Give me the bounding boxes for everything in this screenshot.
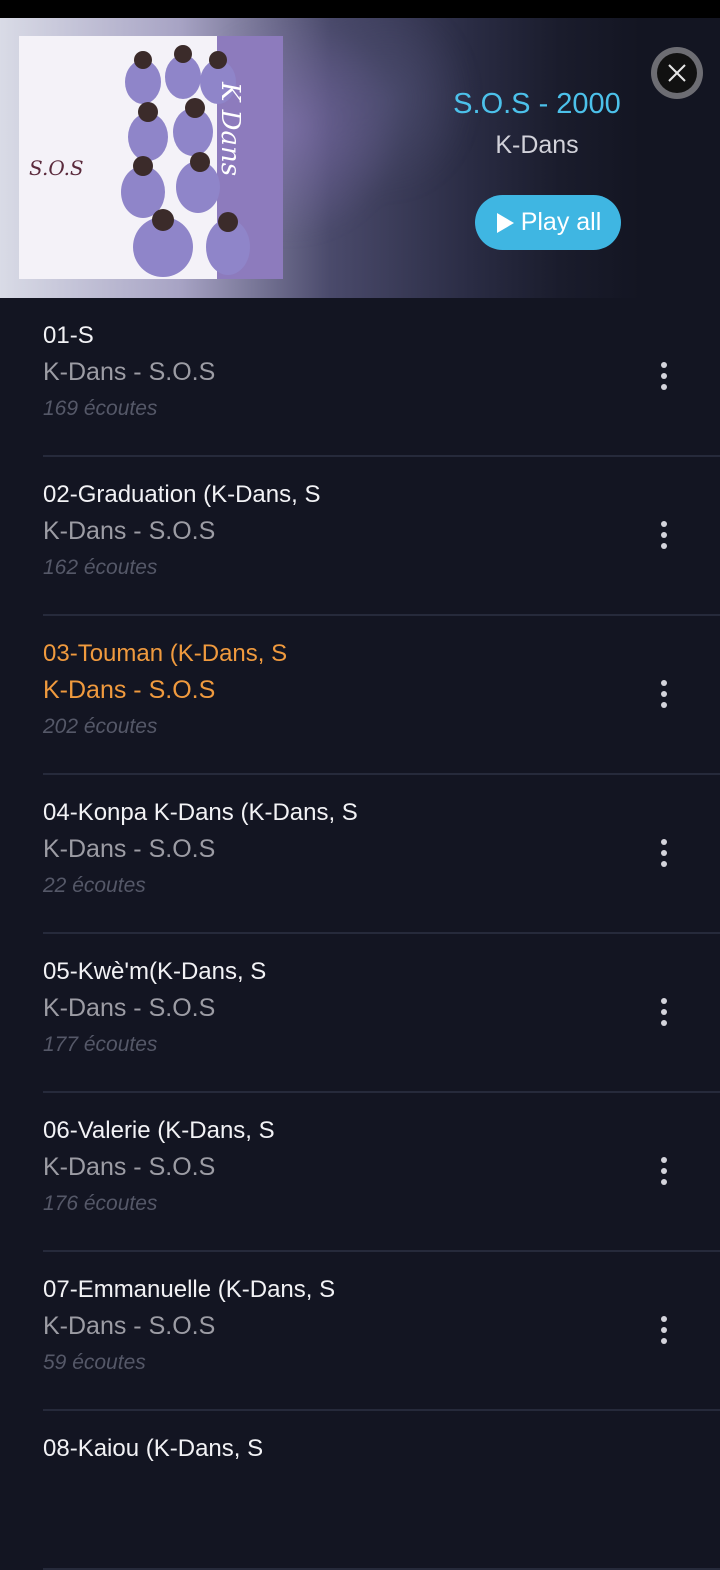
track-subtitle: K-Dans - S.O.S <box>43 835 216 863</box>
track-list: 01-S K-Dans - S.O.S 169 écoutes 02-Gradu… <box>0 298 720 1570</box>
track-title: 08-Kaiou (K-Dans, S <box>43 1435 264 1462</box>
more-vert-icon <box>661 691 667 697</box>
play-icon <box>496 212 514 233</box>
track-play-count: 177 écoutes <box>43 1033 158 1056</box>
more-vert-icon <box>661 998 667 1004</box>
album-artist: K-Dans <box>495 131 579 159</box>
track-menu-button[interactable] <box>649 1310 679 1350</box>
track-subtitle: K-Dans - S.O.S <box>43 358 216 386</box>
track-title: 02-Graduation (K-Dans, S <box>43 481 321 508</box>
more-vert-icon <box>661 702 667 708</box>
status-bar <box>0 0 720 18</box>
track-row[interactable]: 08-Kaiou (K-Dans, S <box>43 1411 720 1570</box>
play-all-label: Play all <box>520 208 602 236</box>
track-play-count: 162 écoutes <box>43 556 158 579</box>
more-vert-icon <box>661 1020 667 1026</box>
track-menu-button[interactable] <box>649 674 679 714</box>
track-row-active[interactable]: 03-Touman (K-Dans, S K-Dans - S.O.S 202 … <box>43 616 720 775</box>
track-subtitle: K-Dans - S.O.S <box>43 517 216 545</box>
track-row[interactable]: 01-S K-Dans - S.O.S 169 écoutes <box>43 298 720 457</box>
album-art-left-text: S.O.S <box>29 156 84 180</box>
track-row[interactable]: 04-Konpa K-Dans (K-Dans, S K-Dans - S.O.… <box>43 775 720 934</box>
track-row[interactable]: 02-Graduation (K-Dans, S K-Dans - S.O.S … <box>43 457 720 616</box>
album-art-side-text: K Dans <box>214 81 245 177</box>
track-subtitle: K-Dans - S.O.S <box>43 676 216 704</box>
track-subtitle: K-Dans - S.O.S <box>43 1312 216 1340</box>
album-title: S.O.S - 2000 <box>453 88 621 120</box>
more-vert-icon <box>661 543 667 549</box>
more-vert-icon <box>661 373 667 379</box>
track-title: 06-Valerie (K-Dans, S <box>43 1117 275 1144</box>
track-row[interactable]: 06-Valerie (K-Dans, S K-Dans - S.O.S 176… <box>43 1093 720 1252</box>
track-row[interactable]: 05-Kwè'm(K-Dans, S K-Dans - S.O.S 177 éc… <box>43 934 720 1093</box>
more-vert-icon <box>661 1009 667 1015</box>
track-subtitle: K-Dans - S.O.S <box>43 1153 216 1181</box>
more-vert-icon <box>661 384 667 390</box>
play-all-button[interactable]: Play all <box>475 195 621 250</box>
more-vert-icon <box>661 1157 667 1163</box>
track-play-count: 202 écoutes <box>43 715 158 738</box>
more-vert-icon <box>661 1316 667 1322</box>
track-play-count: 176 écoutes <box>43 1192 158 1215</box>
more-vert-icon <box>661 532 667 538</box>
more-vert-icon <box>661 850 667 856</box>
track-subtitle: K-Dans - S.O.S <box>43 994 216 1022</box>
more-vert-icon <box>661 521 667 527</box>
track-menu-button[interactable] <box>649 356 679 396</box>
album-art: K Dans S.O.S <box>19 36 283 279</box>
track-title: 04-Konpa K-Dans (K-Dans, S <box>43 799 358 826</box>
track-play-count: 169 écoutes <box>43 397 158 420</box>
more-vert-icon <box>661 680 667 686</box>
more-vert-icon <box>661 861 667 867</box>
more-vert-icon <box>661 1179 667 1185</box>
more-vert-icon <box>661 1327 667 1333</box>
close-icon <box>657 53 697 93</box>
more-vert-icon <box>661 1338 667 1344</box>
album-header: K Dans S.O.S S.O.S - 2000 K-Dans Play al… <box>0 18 720 298</box>
more-vert-icon <box>661 839 667 845</box>
track-title: 01-S <box>43 322 94 349</box>
track-play-count: 59 écoutes <box>43 1351 146 1374</box>
track-title: 07-Emmanuelle (K-Dans, S <box>43 1276 336 1303</box>
more-vert-icon <box>661 1168 667 1174</box>
track-menu-button[interactable] <box>649 1151 679 1191</box>
more-vert-icon <box>661 362 667 368</box>
track-menu-button[interactable] <box>649 833 679 873</box>
track-menu-button[interactable] <box>649 515 679 555</box>
track-title: 03-Touman (K-Dans, S <box>43 640 288 667</box>
track-play-count: 22 écoutes <box>43 874 146 897</box>
track-title: 05-Kwè'm(K-Dans, S <box>43 958 267 985</box>
track-menu-button[interactable] <box>649 992 679 1032</box>
close-button[interactable] <box>651 47 703 99</box>
track-row[interactable]: 07-Emmanuelle (K-Dans, S K-Dans - S.O.S … <box>43 1252 720 1411</box>
